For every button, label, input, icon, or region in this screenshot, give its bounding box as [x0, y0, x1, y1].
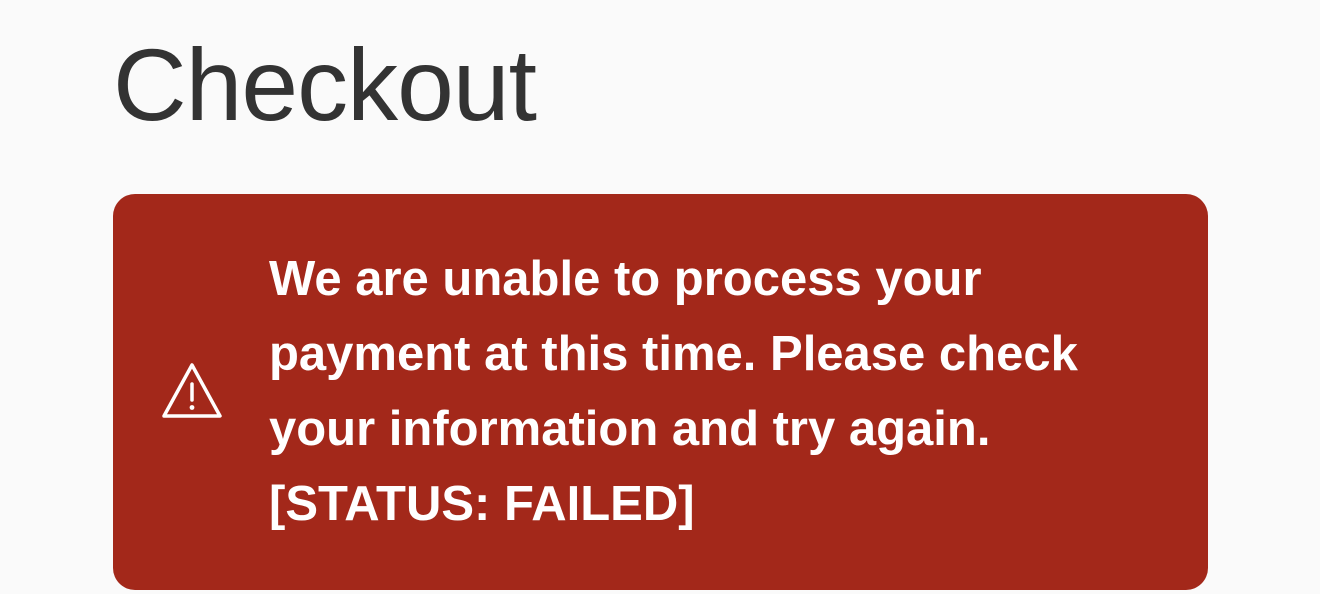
alert-text: We are unable to process your payment at…: [269, 242, 1129, 542]
page-title: Checkout: [113, 28, 537, 142]
payment-error-alert: We are unable to process your payment at…: [113, 194, 1208, 590]
alert-message: We are unable to process your payment at…: [269, 252, 1078, 456]
alert-status: [STATUS: FAILED]: [269, 477, 695, 531]
warning-icon: [161, 362, 223, 420]
